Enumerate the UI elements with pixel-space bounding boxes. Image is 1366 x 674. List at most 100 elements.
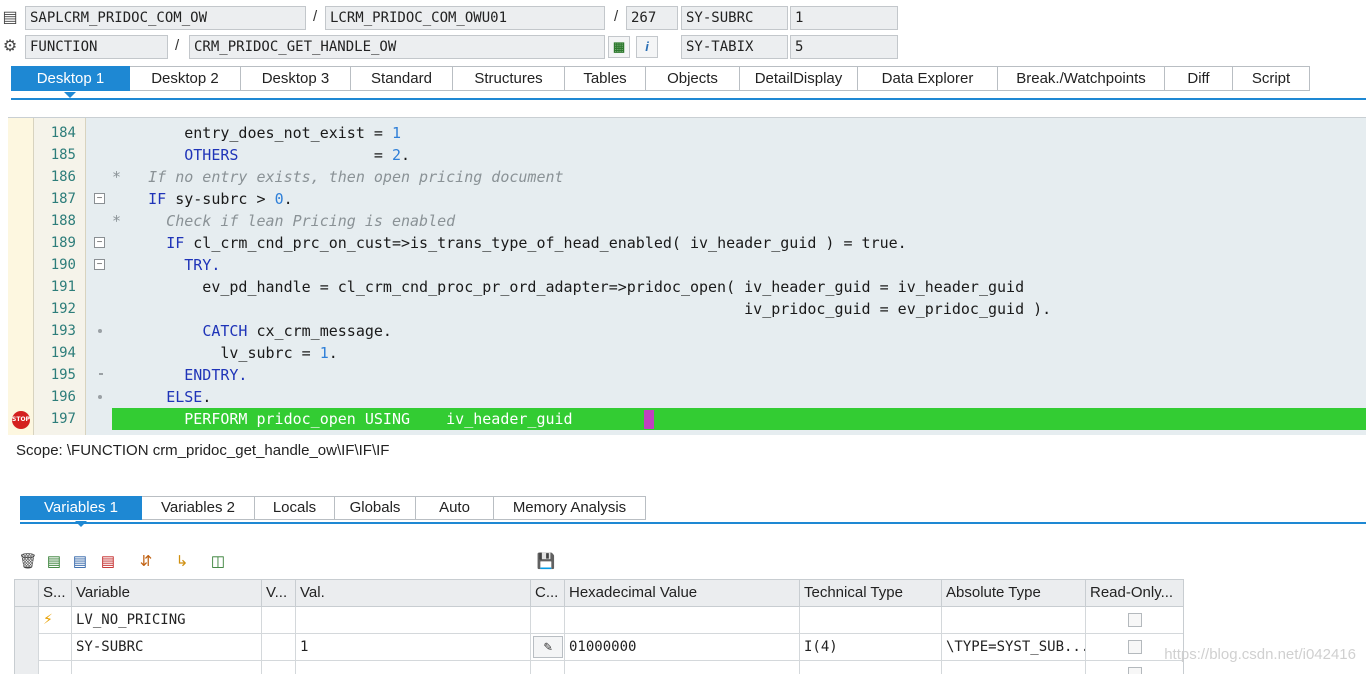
code-text: PERFORM pridoc_open USING iv_header_guid [112, 410, 573, 428]
transfer-icon[interactable]: ⇵ [136, 552, 156, 572]
grid-header-technical-type[interactable]: Technical Type [800, 580, 942, 607]
grid-header-read-only[interactable]: Read-Only... [1086, 580, 1183, 607]
line-number-field[interactable]: 267 [626, 6, 678, 30]
variable-name-cell[interactable]: LV_NO_PRICING [72, 607, 262, 634]
fold-toggle-icon[interactable]: − [94, 237, 105, 248]
tab-variables-2[interactable]: Variables 2 [142, 496, 255, 520]
grid-header-variable[interactable]: Variable [72, 580, 262, 607]
status-cell [39, 661, 72, 674]
line-number: 189 [50, 235, 76, 251]
subtab-underline [20, 522, 1366, 524]
hierarchy-icon[interactable]: ↳ [172, 552, 192, 572]
tab-standard[interactable]: Standard [351, 66, 453, 91]
grid-header-value[interactable]: Val. [296, 580, 531, 607]
source-code-editor[interactable]: 184 entry_does_not_exist = 1 185 OTHERS … [8, 117, 1366, 435]
tab-memory-analysis[interactable]: Memory Analysis [494, 496, 646, 520]
grid-header-select [15, 580, 39, 607]
tab-variables-1[interactable]: Variables 1 [20, 496, 142, 520]
code-line: 187 − IF sy-subrc > 0. [8, 188, 1366, 210]
tab-diff[interactable]: Diff [1165, 66, 1233, 91]
source-code-icon: ▦ [612, 39, 626, 54]
remove-variable-icon[interactable]: ▤ [98, 552, 118, 572]
row-selector[interactable] [15, 634, 39, 661]
fold-toggle-icon[interactable]: − [94, 259, 105, 270]
code-line: 192 iv_pridoc_guid = ev_pridoc_guid ). [8, 298, 1366, 320]
value-cell[interactable] [296, 661, 531, 674]
tab-globals[interactable]: Globals [335, 496, 416, 520]
text-cursor [644, 410, 654, 429]
variable-name-cell[interactable] [72, 661, 262, 674]
tab-detail-display[interactable]: DetailDisplay [740, 66, 858, 91]
tab-tables[interactable]: Tables [565, 66, 646, 91]
watch-field-value-1[interactable]: 1 [790, 6, 898, 30]
change-cell [531, 661, 565, 674]
read-only-checkbox [1128, 640, 1142, 654]
status-cell [39, 634, 72, 661]
grid-header-change[interactable]: C... [531, 580, 565, 607]
insert-variable-icon[interactable]: ▤ [44, 552, 64, 572]
watch-field-name-1[interactable]: SY-SUBRC [681, 6, 788, 30]
table-row[interactable]: ⚡ LV_NO_PRICING [15, 607, 1183, 634]
tab-script[interactable]: Script [1233, 66, 1310, 91]
fold-marker-icon [98, 329, 102, 333]
code-text: TRY. [112, 256, 221, 274]
row-selector[interactable] [15, 607, 39, 634]
export-icon[interactable]: ◫ [208, 552, 228, 572]
code-line: 184 entry_does_not_exist = 1 [8, 122, 1366, 144]
save-icon[interactable]: 💾 [536, 552, 556, 572]
delete-icon[interactable]: 🗑 [18, 552, 38, 572]
variable-details-icon[interactable]: ▤ [70, 552, 90, 572]
tab-desktop-3[interactable]: Desktop 3 [241, 66, 351, 91]
table-row[interactable]: SY-SUBRC 1 ✎ 01000000 I(4) \TYPE=SYST_SU… [15, 634, 1183, 661]
value-cell[interactable]: 1 [296, 634, 531, 661]
tab-locals[interactable]: Locals [255, 496, 335, 520]
pencil-icon[interactable]: ✎ [533, 636, 563, 658]
code-line: 185 OTHERS = 2. [8, 144, 1366, 166]
grid-header-v[interactable]: V... [262, 580, 296, 607]
line-number: 184 [50, 125, 76, 141]
value-cell[interactable] [296, 607, 531, 634]
absolute-type-cell [942, 607, 1086, 634]
fold-toggle-icon[interactable]: − [94, 193, 105, 204]
code-text: IF cl_crm_cnd_prc_on_cust=>is_trans_type… [166, 234, 907, 252]
separator: / [175, 37, 180, 54]
watch-field-value-2[interactable]: 5 [790, 35, 898, 59]
tab-structures[interactable]: Structures [453, 66, 565, 91]
grid-header-status[interactable]: S... [39, 580, 72, 607]
code-line: 186 * If no entry exists, then open pric… [8, 166, 1366, 188]
include-field[interactable]: LCRM_PRIDOC_COM_OWU01 [325, 6, 605, 30]
active-subtab-indicator [75, 521, 87, 527]
program-field[interactable]: SAPLCRM_PRIDOC_COM_OW [25, 6, 306, 30]
code-line: 194 lv_subrc = 1. [8, 342, 1366, 364]
tab-objects[interactable]: Objects [646, 66, 740, 91]
code-comment: * If no entry exists, then open pricing … [112, 168, 564, 186]
watch-field-name-2[interactable]: SY-TABIX [681, 35, 788, 59]
line-number: 192 [50, 301, 76, 317]
tab-desktop-1[interactable]: Desktop 1 [11, 66, 130, 91]
v-cell [262, 634, 296, 661]
line-number: 185 [50, 147, 76, 163]
code-line: 191 ev_pd_handle = cl_crm_cnd_proc_pr_or… [8, 276, 1366, 298]
breakpoint-stop-icon[interactable]: STOP [12, 411, 30, 429]
tab-auto[interactable]: Auto [416, 496, 494, 520]
tab-desktop-2[interactable]: Desktop 2 [130, 66, 241, 91]
variable-name-cell[interactable]: SY-SUBRC [72, 634, 262, 661]
info-button[interactable]: i [636, 36, 658, 58]
event-name-field[interactable]: CRM_PRIDOC_GET_HANDLE_OW [189, 35, 605, 59]
event-type-field[interactable]: FUNCTION [25, 35, 168, 59]
row-selector[interactable] [15, 661, 39, 674]
grid-header-hex-value[interactable]: Hexadecimal Value [565, 580, 800, 607]
grid-header-absolute-type[interactable]: Absolute Type [942, 580, 1086, 607]
table-row[interactable] [15, 661, 1183, 674]
separator: / [313, 8, 318, 25]
read-only-checkbox [1128, 667, 1142, 674]
document-icon: ▤ [2, 9, 18, 26]
tab-breakpoints-watchpoints[interactable]: Break./Watchpoints [998, 66, 1165, 91]
technical-type-cell: I(4) [800, 634, 942, 661]
info-icon: i [645, 39, 649, 54]
line-number: 194 [50, 345, 76, 361]
tab-data-explorer[interactable]: Data Explorer [858, 66, 998, 91]
absolute-type-cell [942, 661, 1086, 674]
display-source-button[interactable]: ▦ [608, 36, 630, 58]
v-cell [262, 607, 296, 634]
